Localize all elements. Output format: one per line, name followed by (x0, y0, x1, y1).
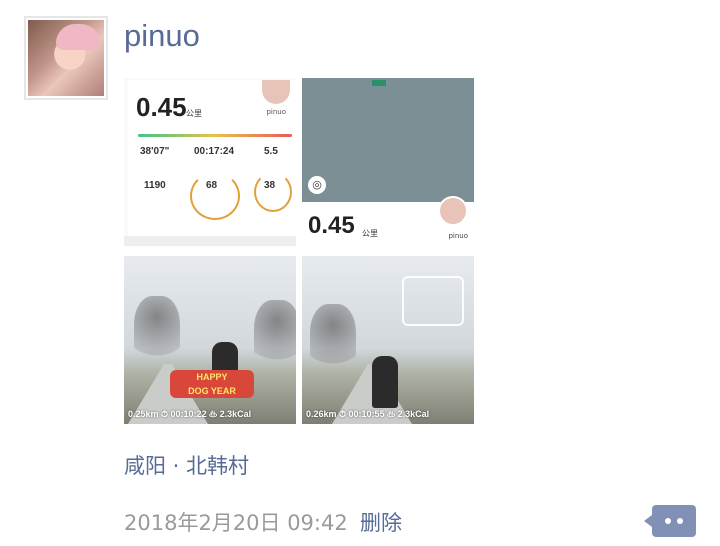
map-distance: 0.45 (308, 212, 355, 239)
run-distance: 0.45 (136, 92, 187, 122)
run-progress-bar (138, 134, 292, 137)
run-stat-duration: 00:17:24 (194, 146, 235, 157)
delete-link[interactable]: 删除 (360, 507, 402, 537)
image-tile-map[interactable]: ◎ 0.45 公里 pinuo (302, 78, 474, 246)
map-marker (372, 80, 386, 86)
run-user-name: pinuo (266, 108, 286, 116)
tree-shape (310, 304, 356, 374)
dot (677, 518, 683, 524)
run-stat-pace: 38'07" (140, 146, 170, 157)
comment-dots-icon[interactable] (644, 505, 696, 537)
hand-drawn-circle (190, 172, 240, 220)
map-user-name: pinuo (448, 232, 468, 240)
logo-stamp (402, 276, 464, 326)
avatar[interactable] (24, 16, 108, 100)
tree-shape (134, 296, 180, 366)
avatar-hat-shape (56, 24, 100, 50)
dot (665, 518, 671, 524)
run-summary-card: 0.45 公里 pinuo 38'07" 00:17:24 5.5 1190 6… (128, 80, 296, 236)
run-distance-unit: 公里 (186, 109, 202, 118)
image-tile-photo[interactable]: 0.26km ⏱ 00:10:55 ♨ 2.3kCal (302, 256, 474, 424)
map-user-avatar (438, 196, 468, 226)
run-stat-value: 5.5 (264, 146, 278, 157)
hand-drawn-circle (254, 172, 292, 212)
map-distance-unit: 公里 (362, 229, 378, 238)
photo-overlay-stats: 0.25km ⏱ 00:10:22 ♨ 2.3kCal (128, 409, 252, 419)
image-tile-photo[interactable]: HAPPY DOG YEAR 0.25km ⏱ 00:10:22 ♨ 2.3kCa… (124, 256, 296, 424)
post-location[interactable]: 咸阳 · 北韩村 (124, 450, 249, 480)
run-summary-footer (124, 236, 296, 246)
post-timestamp: 2018年2月20日 09:42 (124, 511, 348, 535)
tree-shape (254, 300, 296, 370)
photo-overlay-stats: 0.26km ⏱ 00:10:55 ♨ 2.3kCal (306, 409, 430, 419)
person-shape (372, 356, 398, 408)
run-stat-steps: 1190 (144, 180, 166, 191)
locate-icon: ◎ (308, 176, 326, 194)
run-user-avatar (262, 80, 290, 104)
post-username[interactable]: pinuo (124, 18, 200, 54)
happy-dog-year-sticker: HAPPY DOG YEAR (170, 370, 254, 398)
image-tile-run-summary[interactable]: 0.45 公里 pinuo 38'07" 00:17:24 5.5 1190 6… (124, 78, 296, 246)
